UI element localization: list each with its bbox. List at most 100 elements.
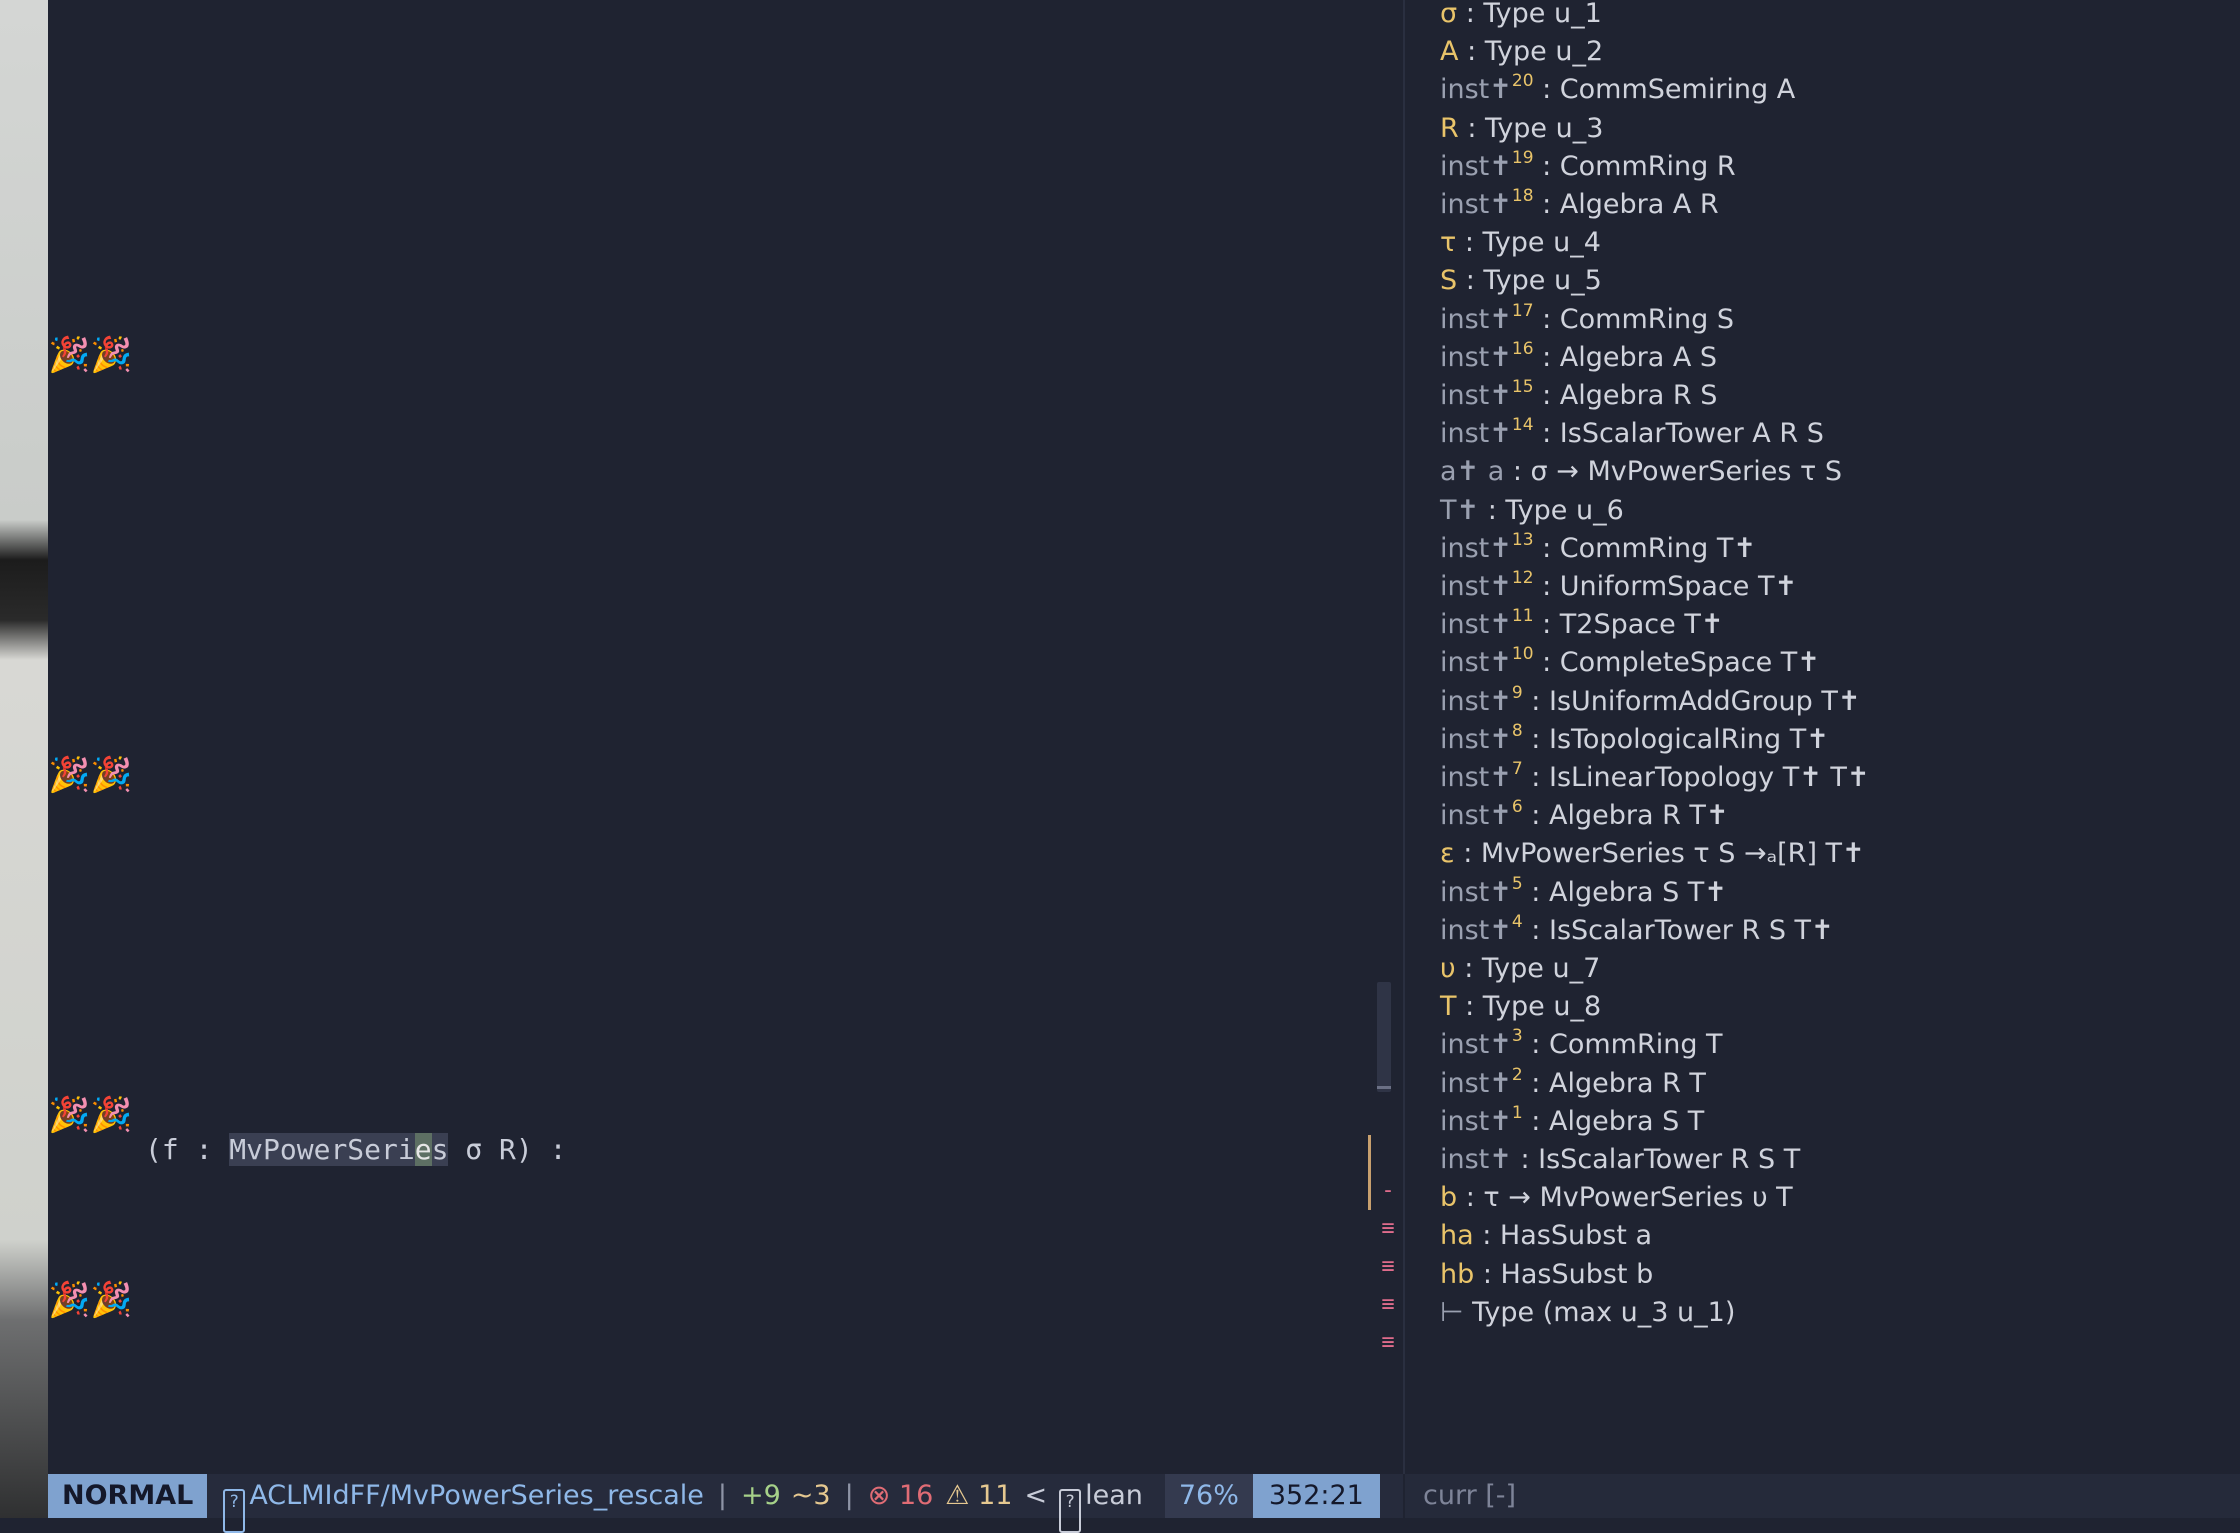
hypothesis-line[interactable]: υ : Type u_7: [1440, 950, 1600, 988]
code-suffix: σ R) :: [448, 1133, 567, 1166]
diagnostic-sign: ≡: [1381, 1292, 1395, 1317]
cursor-position: 352:21: [1252, 1474, 1380, 1518]
hypothesis-line[interactable]: inst✝15 : Algebra R S: [1440, 377, 1717, 415]
hypothesis-index: 10: [1511, 644, 1534, 665]
warning-count[interactable]: ⚠ 11: [933, 1474, 1012, 1518]
hypothesis-line[interactable]: inst✝9 : IsUniformAddGroup T✝: [1440, 683, 1861, 721]
hypothesis-line[interactable]: σ : Type u_1: [1440, 0, 1602, 33]
hypothesis-line[interactable]: inst✝10 : CompleteSpace T✝: [1440, 644, 1820, 682]
hypothesis-line[interactable]: inst✝11 : T2Space T✝: [1440, 606, 1723, 644]
hypothesis-index: 19: [1511, 147, 1534, 168]
hypothesis-type: : IsScalarTower R S T: [1511, 1144, 1801, 1175]
hypothesis-name: inst✝: [1440, 762, 1512, 793]
hypothesis-line[interactable]: inst✝2 : Algebra R T: [1440, 1065, 1706, 1103]
hypothesis-name: inst✝: [1440, 150, 1512, 182]
hypothesis-index: 14: [1511, 415, 1534, 436]
lean-infoview[interactable]: σ : Type u_1 A : Type u_2 inst✝20 : CommSe…: [1405, 0, 2240, 1474]
hypothesis-type: : UniformSpace T✝: [1533, 571, 1798, 602]
hypothesis-line[interactable]: inst✝17 : CommRing S: [1440, 301, 1734, 339]
hypothesis-line[interactable]: inst✝3 : CommRing T: [1440, 1026, 1723, 1064]
goal-type: Type (max u_3 u_1): [1463, 1296, 1736, 1328]
hypothesis-type: : Type u_8: [1456, 991, 1602, 1023]
hypothesis-name: b: [1440, 1182, 1458, 1214]
hypothesis-line[interactable]: inst✝4 : IsScalarTower R S T✝: [1440, 912, 1834, 950]
filetype: ? lean: [1059, 1474, 1143, 1533]
hypothesis-line[interactable]: inst✝8 : IsTopologicalRing T✝: [1440, 721, 1829, 759]
identifier-part: MvPowerSeri: [229, 1133, 415, 1166]
hypothesis-name: inst✝: [1440, 800, 1512, 832]
hypothesis-line[interactable]: T : Type u_8: [1440, 988, 1601, 1026]
separator-chevron: <: [1024, 1480, 1048, 1511]
scrollbar-thumb[interactable]: [1377, 982, 1391, 1092]
hypothesis-type: : Algebra S T✝: [1522, 876, 1727, 908]
hypothesis-line[interactable]: τ : Type u_4: [1440, 224, 1601, 262]
hypothesis-line[interactable]: inst✝6 : Algebra R T✝: [1440, 797, 1729, 835]
code-line[interactable]: (f : MvPowerSeries σ R) :: [145, 1130, 566, 1170]
hypothesis-name: inst✝: [1440, 1029, 1512, 1061]
hypothesis-line[interactable]: inst✝7 : IsLinearTopology T✝ T✝: [1440, 759, 1870, 797]
hypothesis-index: 20: [1511, 71, 1534, 92]
hypothesis-line[interactable]: inst✝16 : Algebra A S: [1440, 339, 1717, 377]
hypothesis-line[interactable]: b : τ → MvPowerSeries υ T: [1440, 1179, 1793, 1217]
error-count[interactable]: ⊗ 16: [868, 1474, 934, 1518]
hypothesis-type: : CommSemiring A: [1533, 74, 1796, 106]
hypothesis-type: : CommRing R: [1533, 150, 1736, 182]
hypothesis-index: 11: [1511, 606, 1534, 627]
hypothesis-line[interactable]: inst✝20 : CommSemiring A: [1440, 71, 1795, 109]
file-path[interactable]: ? ACLMIdFF/MvPowerSeries_rescale: [207, 1474, 704, 1533]
diagnostic-sign: ≡: [1381, 1330, 1395, 1355]
hypothesis-type: : CommRing T: [1522, 1029, 1723, 1061]
diagnostic-sign: ≡: [1381, 1216, 1395, 1241]
hypothesis-type: : σ → MvPowerSeries τ S: [1504, 456, 1842, 488]
hypothesis-line[interactable]: inst✝ : IsScalarTower R S T: [1440, 1141, 1800, 1179]
hypothesis-line[interactable]: ε : MvPowerSeries τ S →ₐ[R] T✝: [1440, 835, 1865, 873]
hypothesis-line[interactable]: a✝ a : σ → MvPowerSeries τ S: [1440, 453, 1842, 491]
hypothesis-type: : Algebra A R: [1533, 189, 1719, 220]
hypothesis-line[interactable]: R : Type u_3: [1440, 110, 1603, 148]
diagnostic-sign: -: [1381, 1178, 1395, 1203]
hypothesis-line[interactable]: T✝ : Type u_6: [1440, 492, 1624, 530]
hypothesis-type: : Type u_1: [1457, 0, 1602, 29]
hypothesis-line[interactable]: ha : HasSubst a: [1440, 1217, 1652, 1255]
hypothesis-name: inst✝: [1440, 914, 1512, 946]
scrollbar-marker: [1377, 1086, 1391, 1089]
editor-window: 🎉🎉 🎉🎉 🎉🎉 🎉🎉 (f : MvPowerSeries σ R) : - …: [48, 0, 2240, 1533]
infoview-status: curr [-]: [1405, 1474, 2240, 1518]
desktop-backdrop: [0, 0, 48, 1518]
highlighted-identifier[interactable]: MvPowerSeries: [229, 1133, 449, 1166]
hypothesis-name: T: [1440, 991, 1457, 1023]
hypothesis-line[interactable]: inst✝1 : Algebra S T: [1440, 1103, 1704, 1141]
hypothesis-type: : Type u_3: [1458, 112, 1604, 144]
hypothesis-line[interactable]: inst✝14 : IsScalarTower A R S: [1440, 415, 1824, 453]
mode-indicator: NORMAL: [48, 1474, 208, 1518]
diagnostic-sign: ≡: [1381, 1254, 1395, 1279]
hypothesis-index: 8: [1511, 720, 1523, 741]
hypothesis-name: inst✝: [1440, 723, 1512, 755]
hypothesis-line[interactable]: inst✝5 : Algebra S T✝: [1440, 874, 1727, 912]
hypothesis-line[interactable]: inst✝19 : CommRing R: [1440, 148, 1736, 186]
hypothesis-name: inst✝: [1440, 303, 1512, 335]
hypothesis-line[interactable]: S : Type u_5: [1440, 262, 1602, 300]
hypothesis-line[interactable]: hb : HasSubst b: [1440, 1256, 1653, 1294]
hypothesis-type: : IsLinearTopology T✝ T✝: [1522, 762, 1870, 793]
git-changed-count: ~3: [790, 1480, 831, 1511]
hypothesis-line[interactable]: inst✝18 : Algebra A R: [1440, 186, 1719, 224]
hypothesis-line[interactable]: A : Type u_2: [1440, 33, 1603, 71]
hypothesis-type: : CommRing T✝: [1533, 532, 1756, 564]
editor-pane[interactable]: 🎉🎉 🎉🎉 🎉🎉 🎉🎉 (f : MvPowerSeries σ R) : - …: [48, 0, 1403, 1474]
filetype-icon: ?: [1059, 1489, 1082, 1533]
hypothesis-name: τ: [1440, 227, 1457, 259]
goal-line[interactable]: ⊢ Type (max u_3 u_1): [1440, 1294, 1735, 1332]
hypothesis-name: ha: [1440, 1220, 1474, 1252]
hypothesis-index: 15: [1511, 377, 1534, 397]
hypothesis-type: : Type u_5: [1457, 265, 1602, 297]
hypothesis-type: : Algebra S T: [1522, 1105, 1705, 1137]
hypothesis-type: : Type u_7: [1455, 953, 1601, 984]
hypothesis-index: 17: [1511, 300, 1534, 321]
hypothesis-line[interactable]: inst✝12 : UniformSpace T✝: [1440, 568, 1797, 606]
hypothesis-index: 18: [1511, 186, 1534, 206]
hypothesis-type: : IsScalarTower R S T✝: [1522, 914, 1834, 946]
hypothesis-line[interactable]: inst✝13 : CommRing T✝: [1440, 530, 1756, 568]
hypothesis-index: 3: [1511, 1026, 1523, 1047]
hypothesis-type: : MvPowerSeries τ S →ₐ[R] T✝: [1454, 838, 1865, 870]
